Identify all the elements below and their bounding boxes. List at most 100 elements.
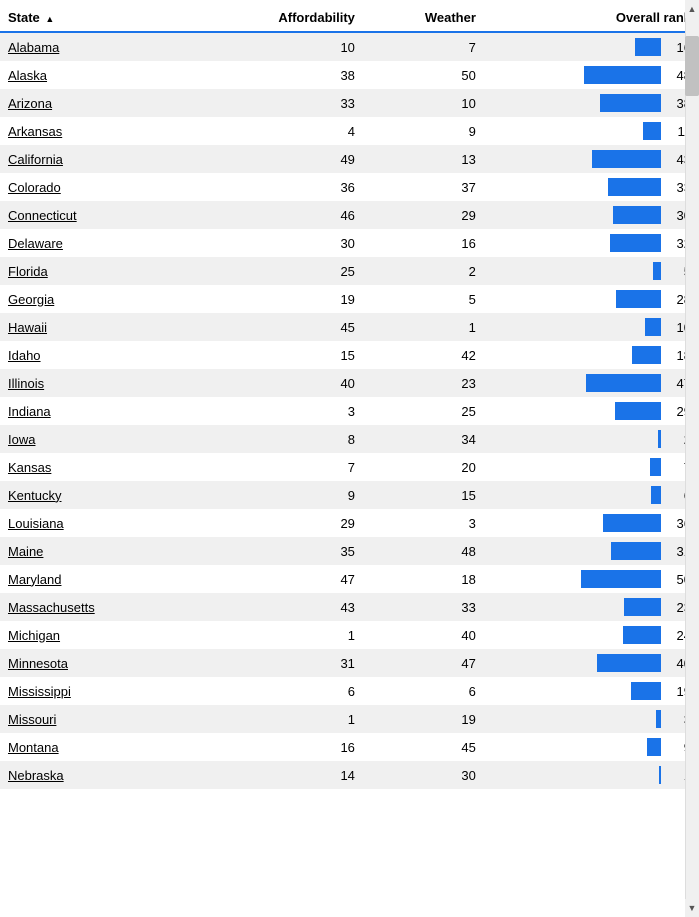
rank-cell: 30 — [484, 201, 699, 229]
weather-cell: 15 — [363, 481, 484, 509]
state-link[interactable]: Alaska — [8, 68, 47, 83]
state-link[interactable]: Louisiana — [8, 516, 64, 531]
rank-cell: 50 — [484, 565, 699, 593]
state-link[interactable]: Mississippi — [8, 684, 71, 699]
table-row: Montana16459 — [0, 733, 699, 761]
rank-bar — [610, 234, 661, 252]
rank-cell: 6 — [484, 481, 699, 509]
affordability-cell: 36 — [215, 173, 363, 201]
state-link[interactable]: Massachusetts — [8, 600, 95, 615]
state-link[interactable]: Connecticut — [8, 208, 77, 223]
weather-cell: 19 — [363, 705, 484, 733]
table-row: Minnesota314740 — [0, 649, 699, 677]
state-link[interactable]: Delaware — [8, 236, 63, 251]
affordability-cell: 1 — [215, 621, 363, 649]
rank-cell: 19 — [484, 677, 699, 705]
state-link[interactable]: Arizona — [8, 96, 52, 111]
weather-cell: 45 — [363, 733, 484, 761]
rank-bar — [656, 710, 661, 728]
rank-bar — [624, 598, 661, 616]
col-overall-header[interactable]: Overall rank — [484, 0, 699, 32]
affordability-cell: 3 — [215, 397, 363, 425]
table-container: State ▲ Affordability Weather Overall ra… — [0, 0, 699, 917]
rank-bar — [659, 766, 661, 784]
state-link[interactable]: Alabama — [8, 40, 59, 55]
col-state-header[interactable]: State ▲ — [0, 0, 215, 32]
state-link[interactable]: Kansas — [8, 460, 51, 475]
state-link[interactable]: Arkansas — [8, 124, 62, 139]
state-header-label: State — [8, 10, 40, 25]
state-link[interactable]: Missouri — [8, 712, 56, 727]
rank-bar — [651, 486, 661, 504]
state-link[interactable]: Michigan — [8, 628, 60, 643]
rank-bar — [632, 346, 661, 364]
table-row: Maine354831 — [0, 537, 699, 565]
state-link[interactable]: Florida — [8, 264, 48, 279]
rank-bar — [597, 654, 661, 672]
scrollbar[interactable]: ▲ ▼ — [685, 0, 699, 917]
affordability-cell: 14 — [215, 761, 363, 789]
rank-bar — [615, 402, 661, 420]
rank-bar — [650, 458, 661, 476]
state-link[interactable]: Georgia — [8, 292, 54, 307]
weather-cell: 6 — [363, 677, 484, 705]
scrollbar-arrow-down[interactable]: ▼ — [685, 899, 699, 917]
weather-cell: 40 — [363, 621, 484, 649]
state-link[interactable]: Iowa — [8, 432, 35, 447]
affordability-cell: 10 — [215, 32, 363, 61]
rank-bar — [592, 150, 661, 168]
state-link[interactable]: Maine — [8, 544, 43, 559]
table-row: Alaska385048 — [0, 61, 699, 89]
rank-bar — [631, 682, 661, 700]
rank-cell: 11 — [484, 117, 699, 145]
rank-cell: 2 — [484, 425, 699, 453]
state-link[interactable]: Nebraska — [8, 768, 64, 783]
weather-cell: 34 — [363, 425, 484, 453]
state-link[interactable]: Minnesota — [8, 656, 68, 671]
state-link[interactable]: California — [8, 152, 63, 167]
affordability-cell: 9 — [215, 481, 363, 509]
weather-cell: 7 — [363, 32, 484, 61]
affordability-cell: 38 — [215, 61, 363, 89]
weather-cell: 16 — [363, 229, 484, 257]
affordability-cell: 6 — [215, 677, 363, 705]
rank-cell: 48 — [484, 61, 699, 89]
affordability-cell: 31 — [215, 649, 363, 677]
state-link[interactable]: Idaho — [8, 348, 41, 363]
rank-cell: 47 — [484, 369, 699, 397]
weather-cell: 2 — [363, 257, 484, 285]
weather-cell: 18 — [363, 565, 484, 593]
weather-cell: 13 — [363, 145, 484, 173]
rank-bar — [643, 122, 661, 140]
weather-cell: 47 — [363, 649, 484, 677]
affordability-cell: 49 — [215, 145, 363, 173]
affordability-cell: 15 — [215, 341, 363, 369]
state-link[interactable]: Illinois — [8, 376, 44, 391]
col-affordability-header[interactable]: Affordability — [215, 0, 363, 32]
affordability-cell: 30 — [215, 229, 363, 257]
table-row: Massachusetts433323 — [0, 593, 699, 621]
state-link[interactable]: Kentucky — [8, 488, 61, 503]
weather-cell: 23 — [363, 369, 484, 397]
rank-bar — [603, 514, 661, 532]
weather-cell: 30 — [363, 761, 484, 789]
overall-header-label: Overall rank — [616, 10, 691, 25]
table-row: Georgia19528 — [0, 285, 699, 313]
state-link[interactable]: Hawaii — [8, 320, 47, 335]
rank-cell: 38 — [484, 89, 699, 117]
state-link[interactable]: Indiana — [8, 404, 51, 419]
state-link[interactable]: Colorado — [8, 180, 61, 195]
scrollbar-arrow-up[interactable]: ▲ — [685, 0, 699, 18]
affordability-cell: 43 — [215, 593, 363, 621]
rank-bar — [623, 626, 661, 644]
affordability-cell: 7 — [215, 453, 363, 481]
table-row: Michigan14024 — [0, 621, 699, 649]
col-weather-header[interactable]: Weather — [363, 0, 484, 32]
weather-cell: 20 — [363, 453, 484, 481]
table-row: Missouri1193 — [0, 705, 699, 733]
state-link[interactable]: Montana — [8, 740, 59, 755]
scrollbar-thumb[interactable] — [685, 36, 699, 96]
weather-cell: 37 — [363, 173, 484, 201]
table-row: Kansas7207 — [0, 453, 699, 481]
state-link[interactable]: Maryland — [8, 572, 61, 587]
